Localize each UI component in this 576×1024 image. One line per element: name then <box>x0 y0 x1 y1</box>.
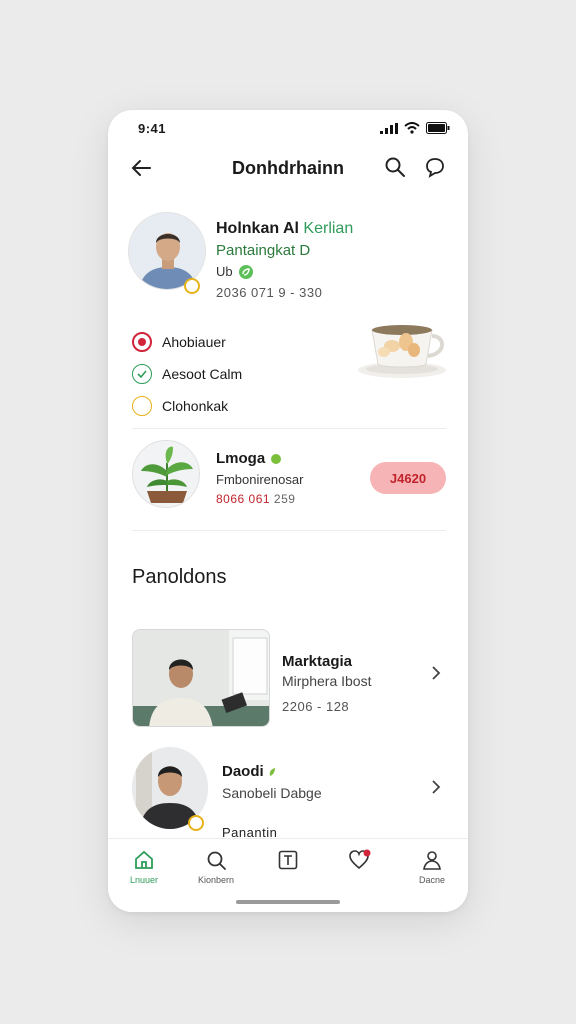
text-box-icon <box>278 850 298 870</box>
search-icon <box>207 851 226 870</box>
heart-icon <box>349 849 371 870</box>
profile-name-accent: Kerlian <box>303 220 354 237</box>
user-icon <box>423 851 441 870</box>
leaf-badge-icon <box>238 264 253 279</box>
wifi-icon <box>404 122 420 134</box>
plant-meta: 8066 061 259 <box>216 492 296 506</box>
section-title: Panoldons <box>132 566 227 588</box>
coffee-cup-image <box>358 325 446 378</box>
record-dot-icon <box>132 332 152 352</box>
chat-bubble-icon[interactable] <box>424 156 446 178</box>
profile-subtitle: Pantaingkat D <box>216 242 311 259</box>
list-item[interactable]: Daodi Sanobeli Dabge Panantin <box>132 747 452 847</box>
battery-icon <box>426 122 450 134</box>
list-item-title: Marktagia <box>282 653 353 670</box>
status-bar: 9:41 <box>138 120 450 136</box>
check-circle-icon <box>132 364 152 384</box>
signal-icon <box>380 122 398 134</box>
header-actions <box>384 156 446 178</box>
status-badge <box>184 278 200 294</box>
divider <box>132 428 446 429</box>
checklist-item[interactable]: Ahobiauer <box>132 326 332 358</box>
list-item-subtitle: Sanobeli Dabge <box>222 785 322 801</box>
list-item-title: Daodi <box>222 763 276 780</box>
plant-thumbnail <box>132 440 200 508</box>
checklist: Ahobiauer Aesoot Calm Clohonkak <box>132 326 332 422</box>
checklist-item[interactable]: Clohonkak <box>132 390 332 422</box>
app-header: Donhdrhainn <box>108 150 468 186</box>
plant-title: Lmoga <box>216 450 282 467</box>
search-icon[interactable] <box>384 156 406 178</box>
status-badge <box>188 815 204 831</box>
divider <box>132 530 446 531</box>
chevron-right-icon[interactable] <box>430 665 442 681</box>
empty-circle-icon <box>132 396 152 416</box>
status-time: 9:41 <box>138 120 167 136</box>
system-icons <box>380 122 450 134</box>
home-indicator <box>236 900 340 904</box>
plant-card[interactable]: Lmoga Fmbonirenosar 8066 061 259 J4620 <box>132 440 452 514</box>
bottom-tab-bar: Lnuuer Kionbern Dacne <box>108 838 468 912</box>
home-icon <box>135 850 153 869</box>
tab-home[interactable]: Lnuuer <box>114 849 174 912</box>
leaf-icon <box>269 767 275 776</box>
list-item-subtitle: Mirphera Ibost <box>282 673 372 689</box>
verified-dot-icon <box>271 453 282 464</box>
chevron-right-icon[interactable] <box>430 779 442 795</box>
profile-name: Holnkan Al Kerlian <box>216 220 354 237</box>
tab-profile[interactable]: Dacne <box>402 849 462 912</box>
list-item-photo <box>132 629 270 727</box>
checklist-item[interactable]: Aesoot Calm <box>132 358 332 390</box>
profile-meta: 2036 071 9 - 330 <box>216 285 323 300</box>
list-item-meta: 2206 - 128 <box>282 699 350 714</box>
plant-subtitle: Fmbonirenosar <box>216 472 304 487</box>
profile-card[interactable]: Holnkan Al Kerlian Pantaingkat D Ub 2036… <box>128 212 448 302</box>
profile-tag: Ub <box>216 264 253 279</box>
price-pill-button[interactable]: J4620 <box>370 462 446 494</box>
phone-screen: 9:41 Donhdrhainn Holnkan Al Kerlian Pant… <box>108 110 468 912</box>
list-item[interactable]: Marktagia Mirphera Ibost 2206 - 128 <box>132 629 452 729</box>
